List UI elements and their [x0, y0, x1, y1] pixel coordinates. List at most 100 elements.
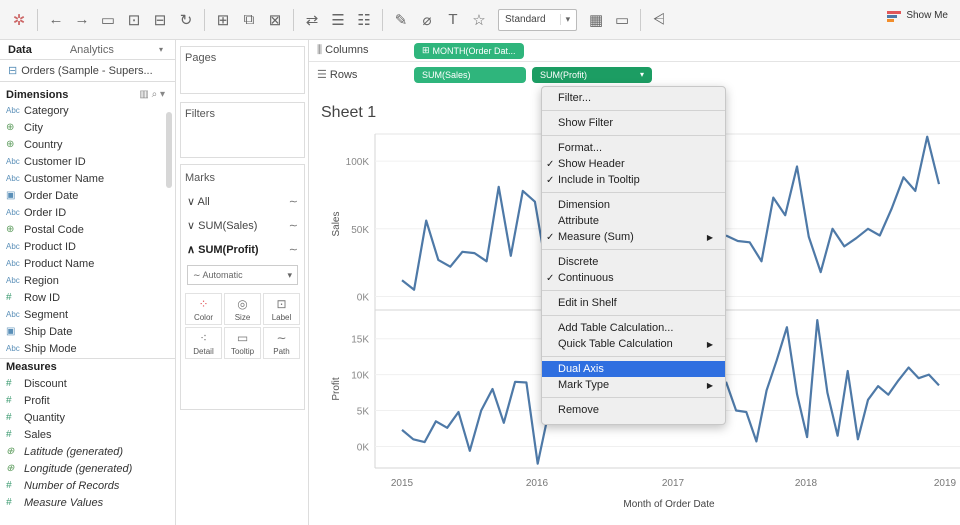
field-item[interactable]: ⊕ Latitude (generated) [0, 443, 175, 460]
mark-type-dropdown[interactable]: ∼ Automatic ▾ [187, 265, 298, 285]
share-icon[interactable]: ⩤ [648, 9, 670, 31]
menu-item[interactable]: Mark Type ▶ [542, 377, 725, 393]
data-source[interactable]: ⊟ Orders (Sample - Supers... [0, 60, 175, 82]
menu-item[interactable]: Remove [542, 402, 725, 418]
profit-line[interactable] [401, 380, 551, 465]
field-item[interactable]: # Sales [0, 426, 175, 443]
field-item[interactable]: ▣ Order Date [0, 187, 175, 204]
field-item[interactable]: # Quantity [0, 409, 175, 426]
field-item[interactable]: Abc Order ID [0, 204, 175, 221]
field-item[interactable]: Abc Product Name [0, 255, 175, 272]
menu-item[interactable]: ✓ Measure (Sum) ▶ [542, 229, 725, 245]
run-update-icon[interactable]: ↻ [175, 9, 197, 31]
pause-updates-icon[interactable]: ⊟ [149, 9, 171, 31]
menu-item[interactable]: Quick Table Calculation ▶ [542, 336, 725, 352]
menu-item[interactable]: Dimension [542, 197, 725, 213]
show-me-button[interactable]: Show Me [887, 10, 948, 22]
tab-data[interactable]: Data [0, 44, 40, 56]
sort-descending-icon[interactable]: ☷ [353, 9, 375, 31]
menu-item-label: Discrete [558, 256, 599, 268]
sort-ascending-icon[interactable]: ☰ [327, 9, 349, 31]
x-tick-label: 2019 [934, 478, 957, 489]
pages-shelf[interactable]: Pages [180, 46, 305, 94]
field-label: Product ID [24, 240, 76, 253]
field-item[interactable]: ⊕ Country [0, 136, 175, 153]
field-item[interactable]: ⊕ Longitude (generated) [0, 460, 175, 477]
field-item[interactable]: Abc Customer Name [0, 170, 175, 187]
swap-rows-columns-icon[interactable]: ⇄ [301, 9, 323, 31]
field-item[interactable]: # Row ID [0, 289, 175, 306]
field-item[interactable]: # Number of Records [0, 477, 175, 494]
presentation-mode-icon[interactable]: ▭ [611, 9, 633, 31]
tab-analytics[interactable]: Analytics [62, 44, 122, 56]
menu-item[interactable]: Filter... [542, 90, 725, 106]
sales-tick-label: 100K [346, 157, 370, 168]
clear-sheet-icon[interactable]: ⊠ [264, 9, 286, 31]
new-worksheet-icon[interactable]: ⊞ [212, 9, 234, 31]
geo-globe-icon: ⊕ [6, 139, 15, 150]
field-item[interactable]: ▣ Ship Date [0, 323, 175, 340]
menu-item[interactable]: Show Filter [542, 115, 725, 131]
chevron-down-icon[interactable]: ▾ [160, 89, 165, 100]
sales-line[interactable] [725, 135, 941, 274]
menu-item[interactable]: ✓ Include in Tooltip [542, 172, 725, 188]
field-item[interactable]: ⊕ Postal Code [0, 221, 175, 238]
pane-menu-icon[interactable]: ▾ [159, 45, 163, 54]
detail-button[interactable]: ⁖ Detail [185, 327, 222, 359]
menu-item[interactable]: Attribute [542, 213, 725, 229]
field-item[interactable]: Abc Segment [0, 306, 175, 323]
field-item[interactable]: Abc Region [0, 272, 175, 289]
search-icon[interactable]: ⌕ [152, 89, 158, 100]
show-cards-icon[interactable]: ▦ [585, 9, 607, 31]
menu-item[interactable]: Add Table Calculation... [542, 320, 725, 336]
save-icon[interactable]: ▭ [97, 9, 119, 31]
duplicate-sheet-icon[interactable]: ⧉ [238, 9, 260, 31]
fix-axes-icon[interactable]: ☆ [468, 9, 490, 31]
columns-pill-month-order-date[interactable]: ⊞ MONTH(Order Dat... [414, 42, 524, 59]
field-item[interactable]: Abc Customer ID [0, 153, 175, 170]
tooltip-button[interactable]: ▭ Tooltip [224, 327, 261, 359]
tableau-logo-icon[interactable]: ✲ [8, 9, 30, 31]
field-item[interactable]: Abc Category [0, 102, 175, 119]
number-type-icon: # [6, 497, 12, 508]
label-button[interactable]: ⊡ Label [263, 293, 300, 325]
filters-shelf[interactable]: Filters [180, 102, 305, 158]
new-data-source-icon[interactable]: ⊡ [123, 9, 145, 31]
color-button[interactable]: ⁘ Color [185, 293, 222, 325]
menu-separator [542, 249, 725, 250]
menu-item[interactable]: Edit in Shelf [542, 295, 725, 311]
text-type-icon: Abc [6, 344, 20, 353]
field-item[interactable]: # Discount [0, 375, 175, 392]
text-type-icon: Abc [6, 106, 20, 115]
field-item[interactable]: Abc Product ID [0, 238, 175, 255]
menu-item[interactable]: ✓ Show Header [542, 156, 725, 172]
path-button[interactable]: ∼ Path [263, 327, 300, 359]
highlight-icon[interactable]: ✎ [390, 9, 412, 31]
marks-row-all[interactable]: ∨ All ∼ [181, 189, 304, 213]
rows-shelf[interactable]: ☰ Rows SUM(Sales) SUM(Profit) ▾ [309, 64, 960, 86]
rows-pill-sum-sales[interactable]: SUM(Sales) [414, 66, 526, 83]
group-members-icon[interactable]: ⌀ [416, 9, 438, 31]
columns-shelf[interactable]: ⫼ Columns ⊞ MONTH(Order Dat... [309, 40, 960, 62]
marks-row-sum-profit[interactable]: ∧ SUM(Profit) ∼ [181, 237, 304, 261]
sales-line[interactable] [401, 185, 549, 291]
back-icon[interactable]: ← [45, 9, 67, 31]
view-toggle-icon[interactable]: ▥ [139, 89, 148, 100]
menu-item[interactable]: Discrete [542, 254, 725, 270]
show-mark-labels-icon[interactable]: T [442, 9, 464, 31]
menu-item[interactable]: ✓ Continuous [542, 270, 725, 286]
fit-dropdown[interactable]: Standard ▾ [498, 8, 578, 31]
measures-list: # Discount # Profit # Quantity # Sales ⊕ Latitude… [0, 375, 175, 511]
forward-icon[interactable]: → [71, 9, 93, 31]
field-item[interactable]: ⊕ City [0, 119, 175, 136]
field-item[interactable]: # Measure Values [0, 494, 175, 511]
field-item[interactable]: # Profit [0, 392, 175, 409]
size-button[interactable]: ◎ Size [224, 293, 261, 325]
dimensions-scrollbar[interactable] [166, 112, 172, 188]
menu-item[interactable]: Format... [542, 140, 725, 156]
field-item[interactable]: Abc Ship Mode [0, 340, 175, 357]
marks-row-sum-sales[interactable]: ∨ SUM(Sales) ∼ [181, 213, 304, 237]
rows-shelf-label: ☰ Rows [309, 68, 414, 81]
menu-item[interactable]: Dual Axis [542, 361, 725, 377]
rows-pill-sum-profit[interactable]: SUM(Profit) ▾ [532, 66, 652, 83]
